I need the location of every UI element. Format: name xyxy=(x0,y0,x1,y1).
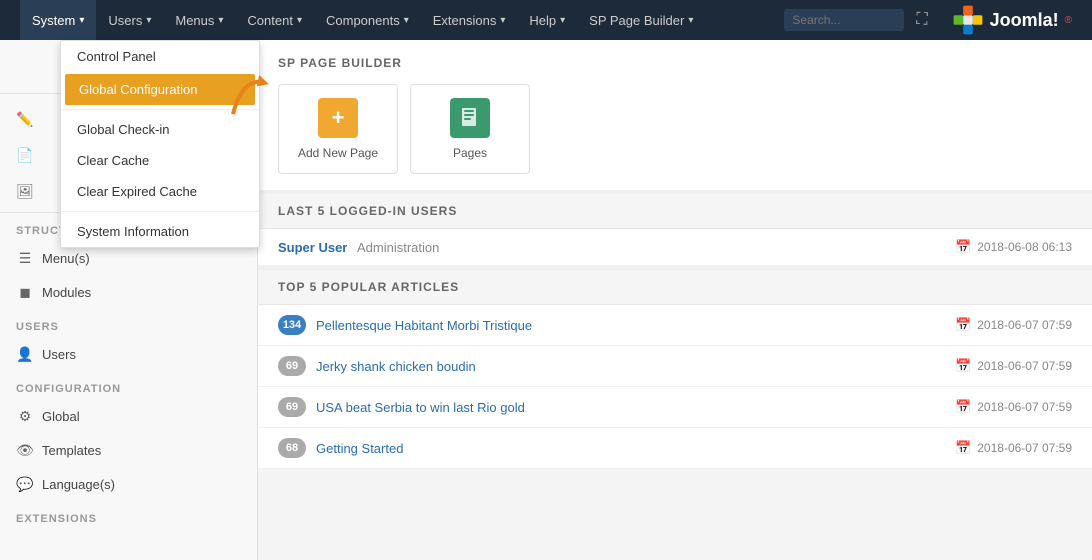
menu-icon: ☰ xyxy=(16,249,34,267)
add-new-page-label: Add New Page xyxy=(298,146,378,160)
article-badge: 69 xyxy=(278,356,306,376)
dropdown-clear-cache[interactable]: Clear Cache xyxy=(61,145,259,176)
article-timestamp: 📅 2018-06-07 07:59 xyxy=(955,358,1072,374)
fullscreen-icon[interactable]: ⛶ xyxy=(912,11,931,29)
article-link[interactable]: USA beat Serbia to win last Rio gold xyxy=(316,400,525,415)
user-row: Super User Administration 📅 2018-06-08 0… xyxy=(258,229,1092,266)
users-icon: 👤 xyxy=(16,345,34,363)
add-page-icon: + xyxy=(318,98,358,138)
nav-sp-page-builder[interactable]: SP Page Builder ▾ xyxy=(577,0,705,40)
page-builder-cards: + Add New Page Pages xyxy=(278,84,1072,174)
nav-items: System ▾ Users ▾ Menus ▾ Content ▾ Compo… xyxy=(20,0,784,40)
language-icon: 💬 xyxy=(16,475,34,493)
nav-content[interactable]: Content ▾ xyxy=(235,0,314,40)
joomla-text: Joomla! xyxy=(990,10,1059,31)
sidebar-section-configuration: CONFIGURATION xyxy=(0,371,257,399)
pages-label: Pages xyxy=(453,146,487,160)
article-badge: 134 xyxy=(278,315,306,335)
article-row: 69 USA beat Serbia to win last Rio gold … xyxy=(258,387,1092,428)
sp-page-builder-section: SP PAGE BUILDER + Add New Page xyxy=(258,40,1092,194)
logged-in-users-section: LAST 5 LOGGED-IN USERS Super User Admini… xyxy=(258,194,1092,270)
nav-system[interactable]: System ▾ xyxy=(20,0,96,40)
article-badge: 69 xyxy=(278,397,306,417)
user-timestamp: 📅 2018-06-08 06:13 xyxy=(955,239,1072,255)
sidebar-item-templates[interactable]: 👁 Templates xyxy=(0,433,257,467)
sp-page-builder-title: SP PAGE BUILDER xyxy=(278,56,1072,70)
top-navbar: J! System ▾ Users ▾ Menus ▾ Content ▾ Co… xyxy=(0,0,1092,40)
pages-card[interactable]: Pages xyxy=(410,84,530,174)
content-area: SP PAGE BUILDER + Add New Page xyxy=(258,40,1092,560)
nav-users[interactable]: Users ▾ xyxy=(96,0,163,40)
nav-extensions[interactable]: Extensions ▾ xyxy=(421,0,518,40)
calendar-icon-5: 📅 xyxy=(955,440,971,456)
nav-components[interactable]: Components ▾ xyxy=(314,0,421,40)
sidebar-item-languages[interactable]: 💬 Language(s) xyxy=(0,467,257,501)
article-badge: 68 xyxy=(278,438,306,458)
article-timestamp: 📅 2018-06-07 07:59 xyxy=(955,399,1072,415)
sidebar-item-modules[interactable]: ◼ Modules xyxy=(0,275,257,309)
sidebar-item-global[interactable]: ⚙ Global xyxy=(0,399,257,433)
dropdown-divider-2 xyxy=(61,211,259,212)
dropdown-control-panel[interactable]: Control Panel xyxy=(61,41,259,72)
nav-help[interactable]: Help ▾ xyxy=(517,0,577,40)
article-row: 68 Getting Started 📅 2018-06-07 07:59 xyxy=(258,428,1092,469)
joomla-logo-icon xyxy=(952,4,984,36)
calendar-icon-4: 📅 xyxy=(955,399,971,415)
add-new-page-card[interactable]: + Add New Page xyxy=(278,84,398,174)
sidebar-section-users: USERS xyxy=(0,309,257,337)
nav-menus[interactable]: Menus ▾ xyxy=(163,0,235,40)
pages-icon xyxy=(450,98,490,138)
sidebar-item-users[interactable]: 👤 Users xyxy=(0,337,257,371)
system-dropdown: Control Panel Global Configuration Globa… xyxy=(60,40,260,248)
popular-articles-section: TOP 5 POPULAR ARTICLES 134 Pellentesque … xyxy=(258,270,1092,469)
modules-icon: ◼ xyxy=(16,283,34,301)
article-row: 69 Jerky shank chicken boudin 📅 2018-06-… xyxy=(258,346,1092,387)
article-link[interactable]: Jerky shank chicken boudin xyxy=(316,359,476,374)
eye-icon: 👁 xyxy=(16,441,34,459)
article-timestamp: 📅 2018-06-07 07:59 xyxy=(955,317,1072,333)
dropdown-clear-expired-cache[interactable]: Clear Expired Cache xyxy=(61,176,259,207)
article-row: 134 Pellentesque Habitant Morbi Tristiqu… xyxy=(258,305,1092,346)
article-link[interactable]: Pellentesque Habitant Morbi Tristique xyxy=(316,318,532,333)
calendar-icon: 📅 xyxy=(955,239,971,255)
navbar-right: ⛶ Joomla! ® xyxy=(784,4,1084,36)
calendar-icon-3: 📅 xyxy=(955,358,971,374)
dropdown-system-info[interactable]: System Information xyxy=(61,216,259,247)
article-timestamp: 📅 2018-06-07 07:59 xyxy=(955,440,1072,456)
user-role: Administration xyxy=(357,240,439,255)
popular-articles-title: TOP 5 POPULAR ARTICLES xyxy=(258,270,1092,305)
joomla-brand: Joomla! ® xyxy=(940,4,1084,36)
gear-icon: ⚙ xyxy=(16,407,34,425)
calendar-icon-2: 📅 xyxy=(955,317,971,333)
logged-in-users-title: LAST 5 LOGGED-IN USERS xyxy=(258,194,1092,229)
user-name-link[interactable]: Super User xyxy=(278,240,347,255)
search-input[interactable] xyxy=(784,9,904,31)
article-link[interactable]: Getting Started xyxy=(316,441,403,456)
sidebar-section-extensions: EXTENSIONS xyxy=(0,501,257,529)
